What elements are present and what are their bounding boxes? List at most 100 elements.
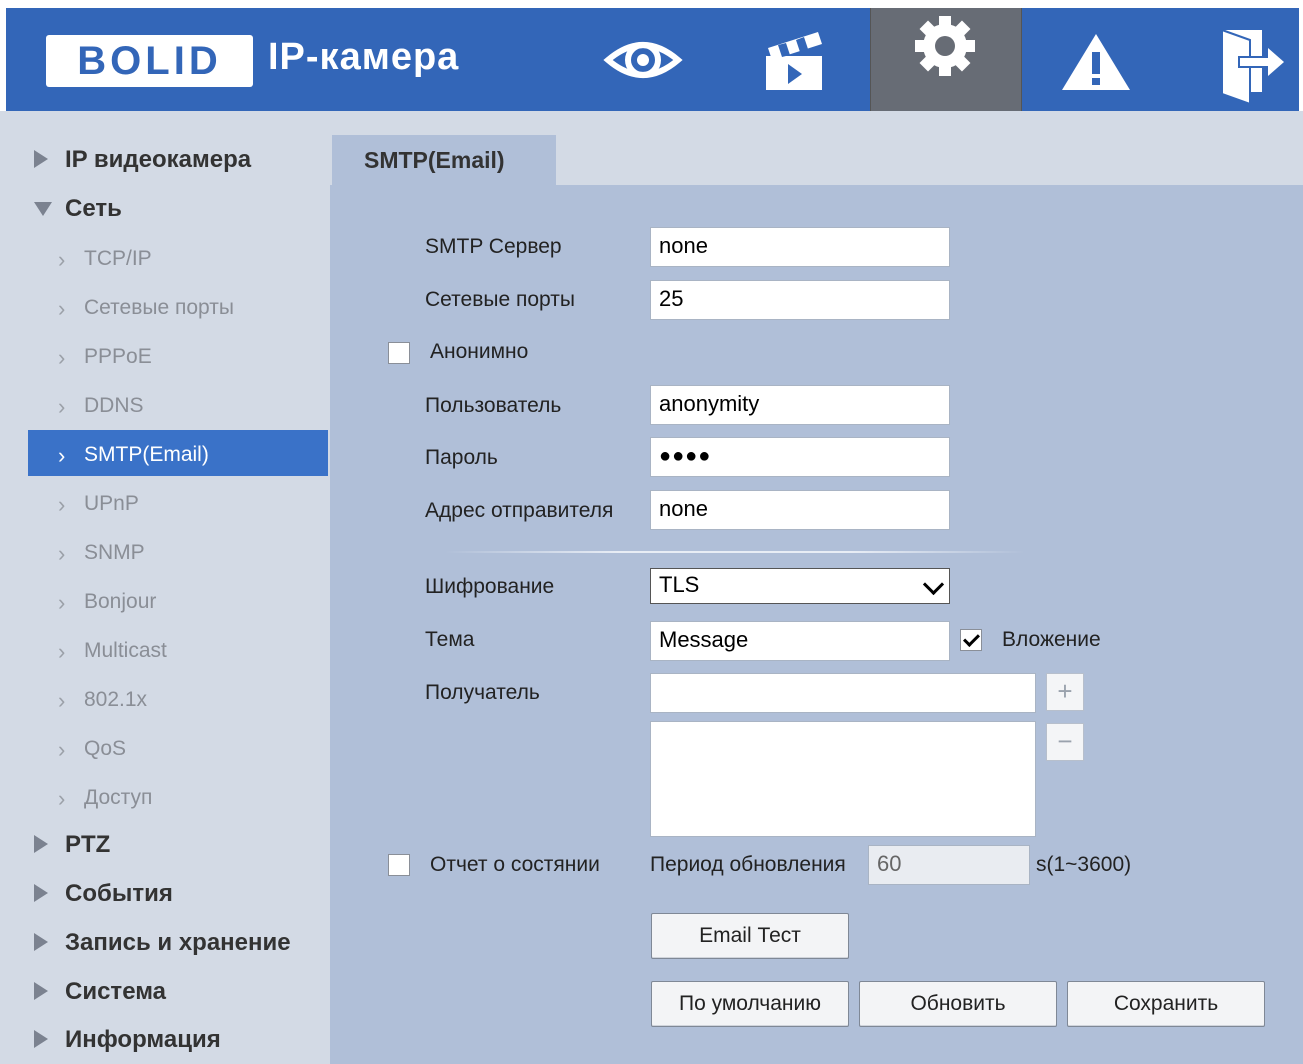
logout-button[interactable] xyxy=(1172,8,1303,111)
sidebar-item-events[interactable]: События xyxy=(28,870,328,916)
sidebar-item-information[interactable]: Информация xyxy=(28,1016,328,1062)
top-bar: BOLID IP-камера xyxy=(6,8,1299,111)
encryption-label: Шифрование xyxy=(425,575,555,598)
sidebar-item-ddns[interactable]: › DDNS xyxy=(28,381,328,427)
attachment-label: Вложение xyxy=(1002,628,1101,651)
encryption-value: TLS xyxy=(659,572,700,597)
chevron-right-icon: › xyxy=(58,639,66,664)
expand-arrow-icon xyxy=(34,150,48,168)
smtp-server-label: SMTP Сервер xyxy=(425,235,562,258)
expand-arrow-icon xyxy=(34,933,48,951)
expand-arrow-icon xyxy=(34,1030,48,1048)
add-recipient-button[interactable]: + xyxy=(1046,673,1084,711)
subject-input[interactable]: Message xyxy=(650,621,950,661)
app-title: IP-камера xyxy=(268,36,460,78)
sidebar-item-bonjour[interactable]: › Bonjour xyxy=(28,577,328,623)
chevron-right-icon: › xyxy=(58,394,66,419)
sidebar-item-label: PPPoE xyxy=(84,345,152,368)
update-period-input[interactable]: 60 xyxy=(868,845,1030,885)
sidebar-item-access[interactable]: › Доступ xyxy=(28,773,328,819)
logo: BOLID xyxy=(46,35,253,87)
sidebar-item-snmp[interactable]: › SNMP xyxy=(28,528,328,574)
sidebar-item-label: SMTP(Email) xyxy=(84,443,209,466)
sidebar-item-label: Информация xyxy=(65,1026,221,1053)
user-input[interactable]: anonymity xyxy=(650,385,950,425)
sidebar-item-ptz[interactable]: PTZ xyxy=(28,821,328,867)
save-button[interactable]: Сохранить xyxy=(1067,981,1265,1027)
refresh-button[interactable]: Обновить xyxy=(859,981,1057,1027)
port-input[interactable]: 25 xyxy=(650,280,950,320)
sidebar-item-label: PTZ xyxy=(65,831,111,858)
user-label: Пользователь xyxy=(425,394,562,417)
sidebar-item-label: IP видеокамера xyxy=(65,146,252,173)
sidebar-item-label: QoS xyxy=(84,737,127,760)
sidebar-item-label: Сетевые порты xyxy=(84,296,234,319)
remove-recipient-button[interactable]: − xyxy=(1046,723,1084,761)
chevron-right-icon: › xyxy=(58,296,66,321)
sidebar-item-label: SNMP xyxy=(84,541,145,564)
sidebar-item-8021x[interactable]: › 802.1x xyxy=(28,675,328,721)
chevron-right-icon: › xyxy=(58,590,66,615)
encryption-select[interactable]: TLS xyxy=(650,568,950,604)
expand-arrow-icon xyxy=(34,982,48,1000)
logo-text: BOLID xyxy=(77,39,222,83)
recipient-input[interactable] xyxy=(650,673,1036,713)
tab-smtp[interactable]: SMTP(Email) xyxy=(332,135,556,185)
chevron-right-icon: › xyxy=(58,737,66,762)
sidebar-item-label: Система xyxy=(65,978,167,1005)
sidebar-item-tcpip[interactable]: › TCP/IP xyxy=(28,234,328,280)
sidebar-item-label: 802.1x xyxy=(84,688,148,711)
sidebar-item-label: События xyxy=(65,880,173,907)
sidebar-item-label: UPnP xyxy=(84,492,139,515)
sidebar-item-network-ports[interactable]: › Сетевые порты xyxy=(28,283,328,329)
status-report-checkbox[interactable] xyxy=(388,854,410,876)
tab-strip: SMTP(Email) xyxy=(330,111,1303,185)
subject-label: Тема xyxy=(425,628,475,651)
sidebar-item-qos[interactable]: › QoS xyxy=(28,724,328,770)
sidebar: IP видеокамера Сеть › TCP/IP › Сетевые п… xyxy=(0,111,330,1064)
port-label: Сетевые порты xyxy=(425,288,575,311)
recipient-list[interactable] xyxy=(650,721,1036,837)
sidebar-item-upnp[interactable]: › UPnP xyxy=(28,479,328,525)
sidebar-item-label: Доступ xyxy=(84,786,153,809)
sidebar-item-network[interactable]: Сеть xyxy=(28,185,328,231)
sidebar-item-multicast[interactable]: › Multicast xyxy=(28,626,328,672)
anonymous-label: Анонимно xyxy=(430,340,529,363)
collapse-arrow-icon xyxy=(34,202,52,216)
status-report-label: Отчет о состянии xyxy=(430,853,600,876)
anonymous-checkbox[interactable] xyxy=(388,342,410,364)
sidebar-item-pppoe[interactable]: › PPPoE xyxy=(28,332,328,378)
live-view-button[interactable] xyxy=(568,8,718,111)
chevron-right-icon: › xyxy=(58,786,66,811)
sidebar-item-ip-camera[interactable]: IP видеокамера xyxy=(28,136,328,182)
sidebar-item-system[interactable]: Система xyxy=(28,968,328,1014)
attachment-checkbox[interactable] xyxy=(960,629,982,651)
chevron-right-icon: › xyxy=(58,247,66,272)
sender-input[interactable]: none xyxy=(650,490,950,530)
settings-button[interactable] xyxy=(870,8,1022,111)
update-period-label: Период обновления xyxy=(650,853,846,876)
password-input[interactable]: ●●●● xyxy=(650,437,950,477)
expand-arrow-icon xyxy=(34,884,48,902)
sidebar-item-recording[interactable]: Запись и хранение xyxy=(28,919,328,965)
smtp-server-input[interactable]: none xyxy=(650,227,950,267)
gear-icon xyxy=(915,16,975,76)
password-label: Пароль xyxy=(425,446,498,469)
recipient-label: Получатель xyxy=(425,681,540,704)
default-button[interactable]: По умолчанию xyxy=(651,981,849,1027)
playback-button[interactable] xyxy=(718,8,868,111)
chevron-down-icon xyxy=(922,573,945,596)
sidebar-item-label: Multicast xyxy=(84,639,167,662)
section-divider xyxy=(445,551,1025,553)
sidebar-item-label: Запись и хранение xyxy=(65,929,291,956)
sidebar-item-smtp[interactable]: › SMTP(Email) xyxy=(28,430,328,476)
sidebar-item-label: Bonjour xyxy=(84,590,157,613)
email-test-button[interactable]: Email Тест xyxy=(651,913,849,959)
sidebar-item-label: Сеть xyxy=(65,195,122,222)
clapperboard-icon xyxy=(766,32,822,90)
expand-arrow-icon xyxy=(34,835,48,853)
tab-label: SMTP(Email) xyxy=(364,147,505,173)
eye-icon xyxy=(603,42,683,78)
chevron-right-icon: › xyxy=(58,541,66,566)
alarm-button[interactable] xyxy=(1022,8,1172,111)
